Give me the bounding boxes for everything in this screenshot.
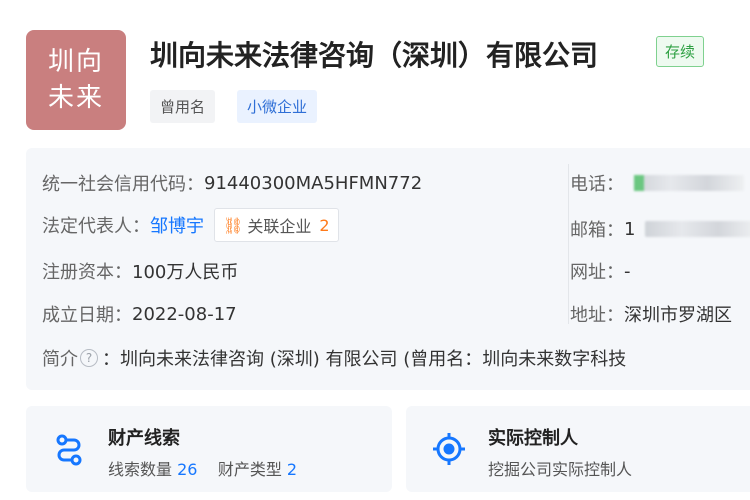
email-label: 邮箱： — [570, 220, 624, 241]
actual-controller-title: 实际控制人 — [488, 428, 578, 449]
legal-rep-label: 法定代表人： — [42, 216, 150, 237]
credit-code-value: 91440300MA5HFMN772 — [204, 172, 423, 194]
email-prefix: 1 — [624, 218, 636, 240]
intro-label: 简介 — [42, 349, 78, 370]
founded-row: 成立日期： 2022-08-17 — [42, 301, 237, 327]
former-name-tag[interactable]: 曾用名 — [150, 90, 216, 123]
actual-controller-subtitle: 挖掘公司实际控制人 — [488, 460, 633, 479]
website-value: - — [624, 260, 631, 282]
actual-controller-card[interactable]: 实际控制人 挖掘公司实际控制人 — [406, 406, 750, 492]
email-value-blurred — [645, 221, 750, 237]
related-count: 2 — [319, 215, 330, 235]
related-companies-button[interactable]: ⛓ 关联企业 2 — [214, 208, 339, 242]
clue-count-value: 26 — [177, 460, 198, 479]
company-name: 圳向未来法律咨询（深圳）有限公司 — [150, 39, 599, 72]
related-label: 关联企业 — [247, 217, 312, 236]
address-label: 地址： — [570, 305, 624, 326]
legal-rep-row: 法定代表人： 邹博宇 ⛓ 关联企业 2 — [42, 208, 339, 242]
asset-clues-stats: 线索数量 26 财产类型 2 — [108, 456, 297, 480]
founded-value: 2022-08-17 — [132, 303, 237, 325]
logo-line1: 圳向 — [47, 47, 104, 77]
capital-row: 注册资本： 100万人民币 — [42, 258, 238, 284]
address-row: 地址： 深圳市罗湖区 — [570, 301, 732, 327]
founded-label: 成立日期： — [42, 305, 132, 326]
asset-clues-icon — [56, 434, 82, 466]
help-icon[interactable]: ? — [80, 349, 98, 367]
asset-type-value: 2 — [286, 460, 298, 479]
phone-row: 电话： — [570, 170, 744, 196]
intro-text: ：圳向未来法律咨询 (深圳) 有限公司 (曾用名：圳向未来数字科技 — [102, 349, 627, 370]
info-panel: 统一社会信用代码： 91440300MA5HFMN772 法定代表人： 邹博宇 … — [26, 148, 750, 390]
asset-clues-card[interactable]: 财产线索 线索数量 26 财产类型 2 — [26, 406, 392, 492]
intro-row: 简介 ? ：圳向未来法律咨询 (深圳) 有限公司 (曾用名：圳向未来数字科技 — [42, 345, 626, 371]
capital-label: 注册资本： — [42, 262, 132, 283]
logo-line2: 未来 — [47, 83, 104, 113]
website-row: 网址： - — [570, 258, 631, 284]
network-icon: ⛓ — [223, 215, 244, 235]
phone-value-blurred — [634, 175, 744, 191]
email-row: 邮箱： 1 — [570, 216, 750, 242]
website-label: 网址： — [570, 262, 624, 283]
target-icon — [433, 433, 465, 465]
company-logo: 圳向 未来 — [26, 30, 126, 130]
clue-count-label: 线索数量 — [108, 460, 173, 479]
credit-code-row: 统一社会信用代码： 91440300MA5HFMN772 — [42, 170, 422, 196]
panel-divider — [568, 164, 569, 324]
legal-rep-link[interactable]: 邹博宇 — [150, 212, 204, 238]
capital-value: 100万人民币 — [132, 262, 239, 283]
small-enterprise-tag[interactable]: 小微企业 — [237, 90, 318, 123]
credit-code-label: 统一社会信用代码： — [42, 174, 204, 195]
asset-type-label: 财产类型 — [217, 460, 282, 479]
address-value: 深圳市罗湖区 — [624, 305, 732, 326]
status-badge: 存续 — [656, 36, 705, 67]
asset-clues-title: 财产线索 — [108, 428, 180, 449]
phone-label: 电话： — [570, 174, 624, 195]
